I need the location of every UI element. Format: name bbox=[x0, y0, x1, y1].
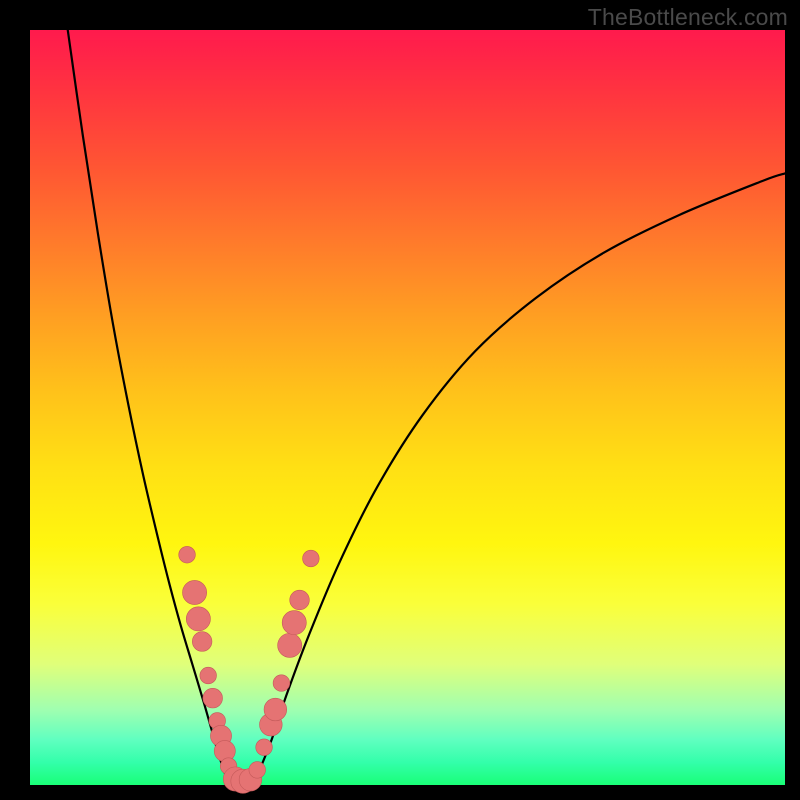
marker-dot bbox=[264, 698, 287, 721]
marker-dot bbox=[256, 739, 273, 756]
marker-dot bbox=[179, 546, 196, 563]
marker-dot bbox=[290, 590, 310, 610]
marker-dot bbox=[203, 688, 223, 708]
marker-dot bbox=[303, 550, 320, 567]
marker-dot bbox=[183, 580, 207, 604]
marker-dot bbox=[186, 607, 210, 631]
plot-area bbox=[30, 30, 785, 785]
curve-path bbox=[68, 30, 785, 786]
outer-frame: TheBottleneck.com bbox=[0, 0, 800, 800]
marker-dot bbox=[273, 675, 290, 692]
marker-dot bbox=[249, 762, 266, 779]
watermark-text: TheBottleneck.com bbox=[588, 4, 788, 31]
marker-group bbox=[179, 546, 319, 793]
marker-dot bbox=[278, 633, 302, 657]
marker-dot bbox=[192, 632, 212, 652]
chart-svg bbox=[30, 30, 785, 785]
marker-dot bbox=[282, 611, 306, 635]
marker-dot bbox=[200, 667, 217, 684]
